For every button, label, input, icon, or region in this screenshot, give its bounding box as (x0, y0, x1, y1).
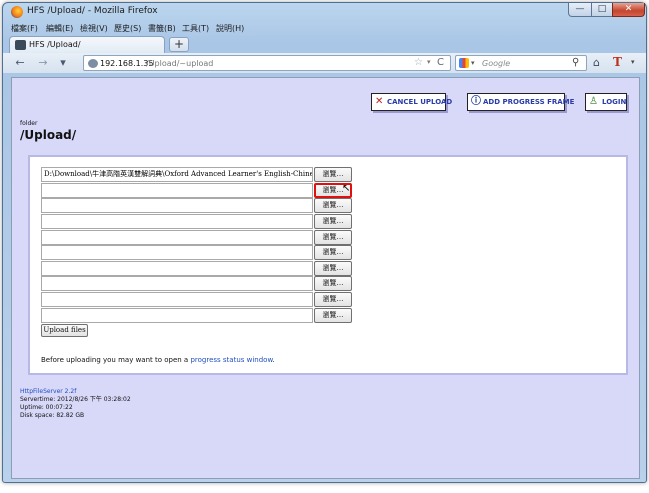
upload-files-button[interactable]: Upload files (41, 324, 88, 337)
search-placeholder: Google (482, 59, 511, 68)
menu-bookmarks[interactable]: 書籤(B) (148, 23, 176, 34)
browse-button[interactable]: 瀏覽… (314, 308, 352, 323)
file-path-field[interactable]: D:\Download\牛津高階英漢雙解詞典\Oxford Advanced L… (41, 167, 313, 182)
browse-button[interactable]: 瀏覽… (314, 292, 352, 307)
progress-note-end: . (272, 356, 275, 364)
addon-t-icon[interactable]: T (613, 55, 622, 69)
forward-arrow-icon[interactable]: → (36, 56, 50, 70)
navigation-bar: ← → ▾ 192.168.1.35 /Upload/~upload ☆ ▾ C… (3, 53, 646, 73)
minimize-button[interactable]: — (568, 3, 592, 17)
back-arrow-icon[interactable]: ← (13, 56, 27, 70)
search-bar[interactable]: ▾ Google ⚲ (455, 55, 587, 71)
file-path-field[interactable] (41, 214, 313, 229)
file-path-field[interactable] (41, 183, 313, 198)
search-engine-dropdown-icon[interactable]: ▾ (471, 59, 475, 67)
file-path-field[interactable] (41, 308, 313, 323)
progress-info-icon: ⓘ (471, 96, 481, 107)
user-icon: ♙ (589, 96, 598, 107)
tab-hfs-upload[interactable]: HFS /Upload/ (9, 36, 165, 53)
menu-file[interactable]: 檔案(F) (11, 23, 38, 34)
bookmark-star-icon[interactable]: ☆ (414, 57, 423, 68)
cancel-upload-label: CANCEL UPLOAD (387, 98, 453, 106)
menu-help[interactable]: 說明(H) (216, 23, 244, 34)
google-engine-icon[interactable] (459, 58, 469, 68)
menu-edit[interactable]: 編輯(E) (46, 23, 73, 34)
url-dropdown-icon[interactable]: ▾ (427, 58, 431, 66)
browse-button[interactable]: 瀏覽… (314, 198, 352, 213)
reload-icon[interactable]: C (437, 57, 444, 68)
file-path-field[interactable] (41, 245, 313, 260)
browse-button[interactable]: 瀏覽… (314, 167, 352, 182)
new-tab-button[interactable]: + (169, 37, 189, 52)
menu-tools[interactable]: 工具(T) (182, 23, 209, 34)
menu-view[interactable]: 檢視(V) (80, 23, 108, 34)
search-icon[interactable]: ⚲ (572, 57, 579, 68)
history-dropdown-icon[interactable]: ▾ (56, 56, 70, 70)
file-path-field[interactable] (41, 198, 313, 213)
title-bar: HFS /Upload/ - Mozilla Firefox — □ ✕ (3, 3, 646, 21)
progress-status-window-link[interactable]: progress status window (190, 356, 272, 364)
file-path-field[interactable] (41, 292, 313, 307)
page-title: /Upload/ (20, 128, 77, 142)
url-bar[interactable]: 192.168.1.35 /Upload/~upload ☆ ▾ C (83, 55, 451, 71)
server-info-footer: HttpFileServer 2.2f Servertime: 2012/8/2… (20, 388, 131, 420)
window-title: HFS /Upload/ - Mozilla Firefox (27, 6, 158, 16)
browse-button[interactable]: 瀏覽… (314, 276, 352, 291)
firefox-icon (11, 6, 23, 18)
upload-form: D:\Download\牛津高階英漢雙解詞典\Oxford Advanced L… (28, 155, 628, 375)
hfs-favicon-icon (15, 40, 26, 50)
menu-bar: 檔案(F) 編輯(E) 檢視(V) 歷史(S) 書籤(B) 工具(T) 說明(H… (3, 21, 646, 35)
page-viewport: ✕ CANCEL UPLOAD ⓘ ADD PROGRESS FRAME ♙ L… (11, 77, 640, 479)
add-progress-frame-label: ADD PROGRESS FRAME (483, 98, 575, 106)
maximize-button[interactable]: □ (591, 3, 613, 17)
add-progress-frame-button[interactable]: ⓘ ADD PROGRESS FRAME (467, 93, 574, 111)
disk-space-text: Disk space: 82.82 GB (20, 412, 85, 419)
servertime-text: Servertime: 2012/8/26 下午 03:28:02 (20, 396, 131, 403)
home-icon[interactable]: ⌂ (593, 56, 600, 69)
folder-label: folder (20, 120, 38, 127)
login-button[interactable]: ♙ LOGIN (585, 93, 627, 111)
browse-button[interactable]: 瀏覽… (314, 261, 352, 276)
file-path-field[interactable] (41, 230, 313, 245)
close-window-button[interactable]: ✕ (612, 3, 645, 17)
file-path-field[interactable] (41, 276, 313, 291)
menu-history[interactable]: 歷史(S) (114, 23, 141, 34)
browser-window: HFS /Upload/ - Mozilla Firefox — □ ✕ 檔案(… (2, 2, 647, 483)
cancel-upload-button[interactable]: ✕ CANCEL UPLOAD (371, 93, 452, 111)
browse-button[interactable]: 瀏覽… (314, 245, 352, 260)
login-label: LOGIN (602, 98, 627, 106)
progress-note: Before uploading you may want to open a … (41, 356, 275, 364)
url-path: /Upload/~upload (146, 59, 214, 68)
addon-dropdown-icon[interactable]: ▾ (631, 58, 635, 66)
file-path-field[interactable] (41, 261, 313, 276)
site-identity-icon[interactable] (88, 59, 98, 68)
tab-label: HFS /Upload/ (29, 40, 81, 49)
tab-strip: HFS /Upload/ + (3, 35, 646, 53)
hfs-version-link[interactable]: HttpFileServer 2.2f (20, 388, 131, 396)
mouse-cursor-icon: ↖ (342, 183, 351, 194)
uptime-text: Uptime: 00:07:22 (20, 404, 73, 411)
browse-button[interactable]: 瀏覽… (314, 214, 352, 229)
cancel-x-icon: ✕ (375, 96, 384, 107)
browse-button[interactable]: 瀏覽… (314, 230, 352, 245)
progress-note-text: Before uploading you may want to open a (41, 356, 191, 364)
